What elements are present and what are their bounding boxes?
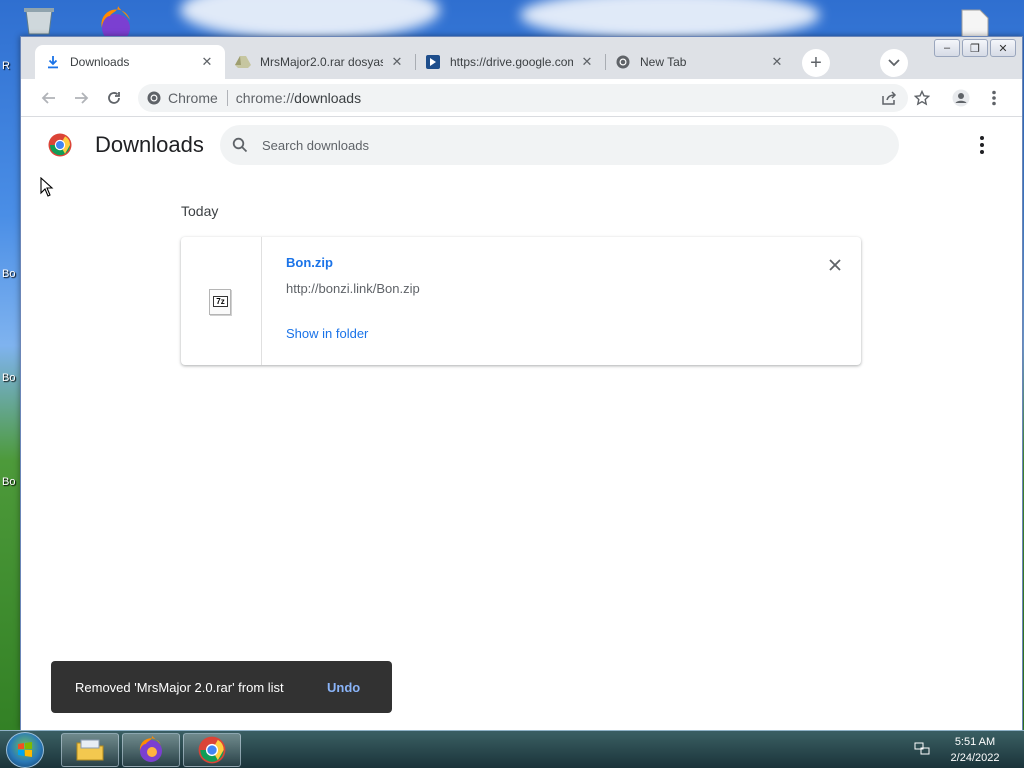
mouse-cursor-icon (40, 177, 54, 197)
tab-new-tab[interactable]: New Tab ✕ (605, 45, 795, 79)
browser-menu-button[interactable] (982, 86, 1006, 110)
restore-button[interactable]: ❐ (962, 39, 988, 57)
close-icon[interactable]: ✕ (199, 54, 215, 70)
tab-search-button[interactable] (880, 49, 908, 77)
reload-button[interactable] (102, 86, 126, 110)
new-tab-button[interactable]: + (802, 49, 830, 77)
arrow-left-icon (41, 92, 55, 104)
windows-logo-icon (18, 742, 32, 757)
file-icon-column: 7z (181, 237, 262, 365)
taskbar-firefox[interactable] (122, 733, 180, 767)
tab-list: Downloads ✕ MrsMajor2.0.rar dosyası ✕ ht… (35, 45, 795, 79)
tab-title: https://drive.google.com (450, 55, 573, 69)
forward-button[interactable] (69, 86, 93, 110)
url-text: chrome://downloads (235, 90, 362, 106)
tab-mrsmajor[interactable]: MrsMajor2.0.rar dosyası ✕ (225, 45, 415, 79)
desktop-cloud (520, 0, 820, 40)
kebab-dot (980, 143, 984, 147)
chevron-down-icon (888, 59, 900, 67)
bookmark-button[interactable] (910, 86, 934, 110)
avatar-icon (952, 89, 970, 107)
download-source-url[interactable]: http://bonzi.link/Bon.zip (286, 281, 420, 296)
chrome-icon (615, 54, 631, 70)
toast-message: Removed 'MrsMajor 2.0.rar' from list (75, 679, 284, 695)
desktop-icon-label[interactable]: Bo (2, 476, 15, 488)
clock-date: 2/24/2022 (950, 752, 1000, 764)
close-icon[interactable]: ✕ (579, 54, 595, 70)
chrome-logo-icon (48, 133, 72, 157)
start-button[interactable] (6, 732, 44, 768)
undo-button[interactable]: Undo (327, 680, 360, 695)
tab-title: New Tab (640, 55, 687, 69)
tab-google-drive[interactable]: https://drive.google.com ✕ (415, 45, 605, 79)
date-section-header: Today (181, 203, 219, 219)
desktop-cloud (180, 0, 440, 40)
share-button[interactable] (877, 86, 901, 110)
desktop-icon-label[interactable]: Bo (2, 372, 15, 384)
reload-icon (108, 92, 120, 104)
removed-toast: Removed 'MrsMajor 2.0.rar' from list Und… (51, 661, 392, 713)
star-icon (914, 90, 930, 106)
download-file-name-link[interactable]: Bon.zip (286, 255, 333, 270)
desktop-icon-label[interactable]: R (2, 60, 10, 72)
site-info-chip[interactable]: Chrome (147, 90, 228, 106)
page-icon (425, 54, 441, 70)
page-title: Downloads (95, 132, 204, 157)
taskbar-chrome[interactable] (183, 733, 241, 767)
search-input[interactable] (262, 137, 862, 153)
tab-downloads[interactable]: Downloads ✕ (35, 45, 225, 79)
tab-strip: Downloads ✕ MrsMajor2.0.rar dosyası ✕ ht… (21, 37, 1022, 79)
chrome-icon (147, 91, 161, 105)
folder-icon (76, 739, 104, 761)
arrow-right-icon (75, 92, 89, 104)
download-icon (45, 54, 61, 70)
kebab-dot (980, 136, 984, 140)
back-button[interactable] (37, 86, 61, 110)
desktop-icon-label[interactable]: Bo (2, 268, 15, 280)
window-controls: – ❐ ✕ (934, 39, 1016, 57)
chrome-icon (198, 736, 226, 764)
address-bar[interactable]: Chrome chrome://downloads (138, 84, 908, 112)
browser-window: Downloads ✕ MrsMajor2.0.rar dosyası ✕ ht… (20, 36, 1023, 731)
file-type-badge: 7z (213, 296, 228, 307)
close-icon (829, 259, 841, 271)
system-clock[interactable]: 5:51 AM 2/24/2022 (940, 734, 1010, 766)
kebab-dot (980, 150, 984, 154)
profile-button[interactable] (949, 86, 973, 110)
taskbar-file-explorer[interactable] (61, 733, 119, 767)
kebab-menu-icon (992, 90, 996, 106)
downloads-page: Downloads Today 7z Bon.zip http://bonzi.… (21, 117, 1022, 731)
site-label: Chrome (168, 90, 218, 106)
search-downloads-box (220, 125, 899, 165)
remove-from-list-button[interactable] (825, 255, 845, 275)
clock-time: 5:51 AM (954, 736, 996, 748)
drive-icon (235, 54, 251, 70)
toolbar: Chrome chrome://downloads (21, 79, 1022, 117)
tab-title: MrsMajor2.0.rar dosyası (260, 55, 383, 69)
minimize-button[interactable]: – (934, 39, 960, 57)
downloads-header: Downloads (21, 117, 1022, 173)
close-icon[interactable]: ✕ (769, 54, 785, 70)
share-icon (882, 91, 897, 105)
tab-title: Downloads (70, 55, 130, 69)
archive-file-icon: 7z (209, 289, 231, 315)
downloads-menu-button[interactable] (972, 133, 992, 157)
show-in-folder-link[interactable]: Show in folder (286, 326, 368, 341)
close-icon[interactable]: ✕ (389, 54, 405, 70)
firefox-icon (139, 736, 162, 762)
network-icon[interactable] (914, 742, 930, 759)
download-item: 7z Bon.zip http://bonzi.link/Bon.zip Sho… (181, 237, 861, 365)
search-icon (232, 137, 248, 153)
taskbar: 5:51 AM 2/24/2022 (0, 730, 1024, 768)
close-window-button[interactable]: ✕ (990, 39, 1016, 57)
